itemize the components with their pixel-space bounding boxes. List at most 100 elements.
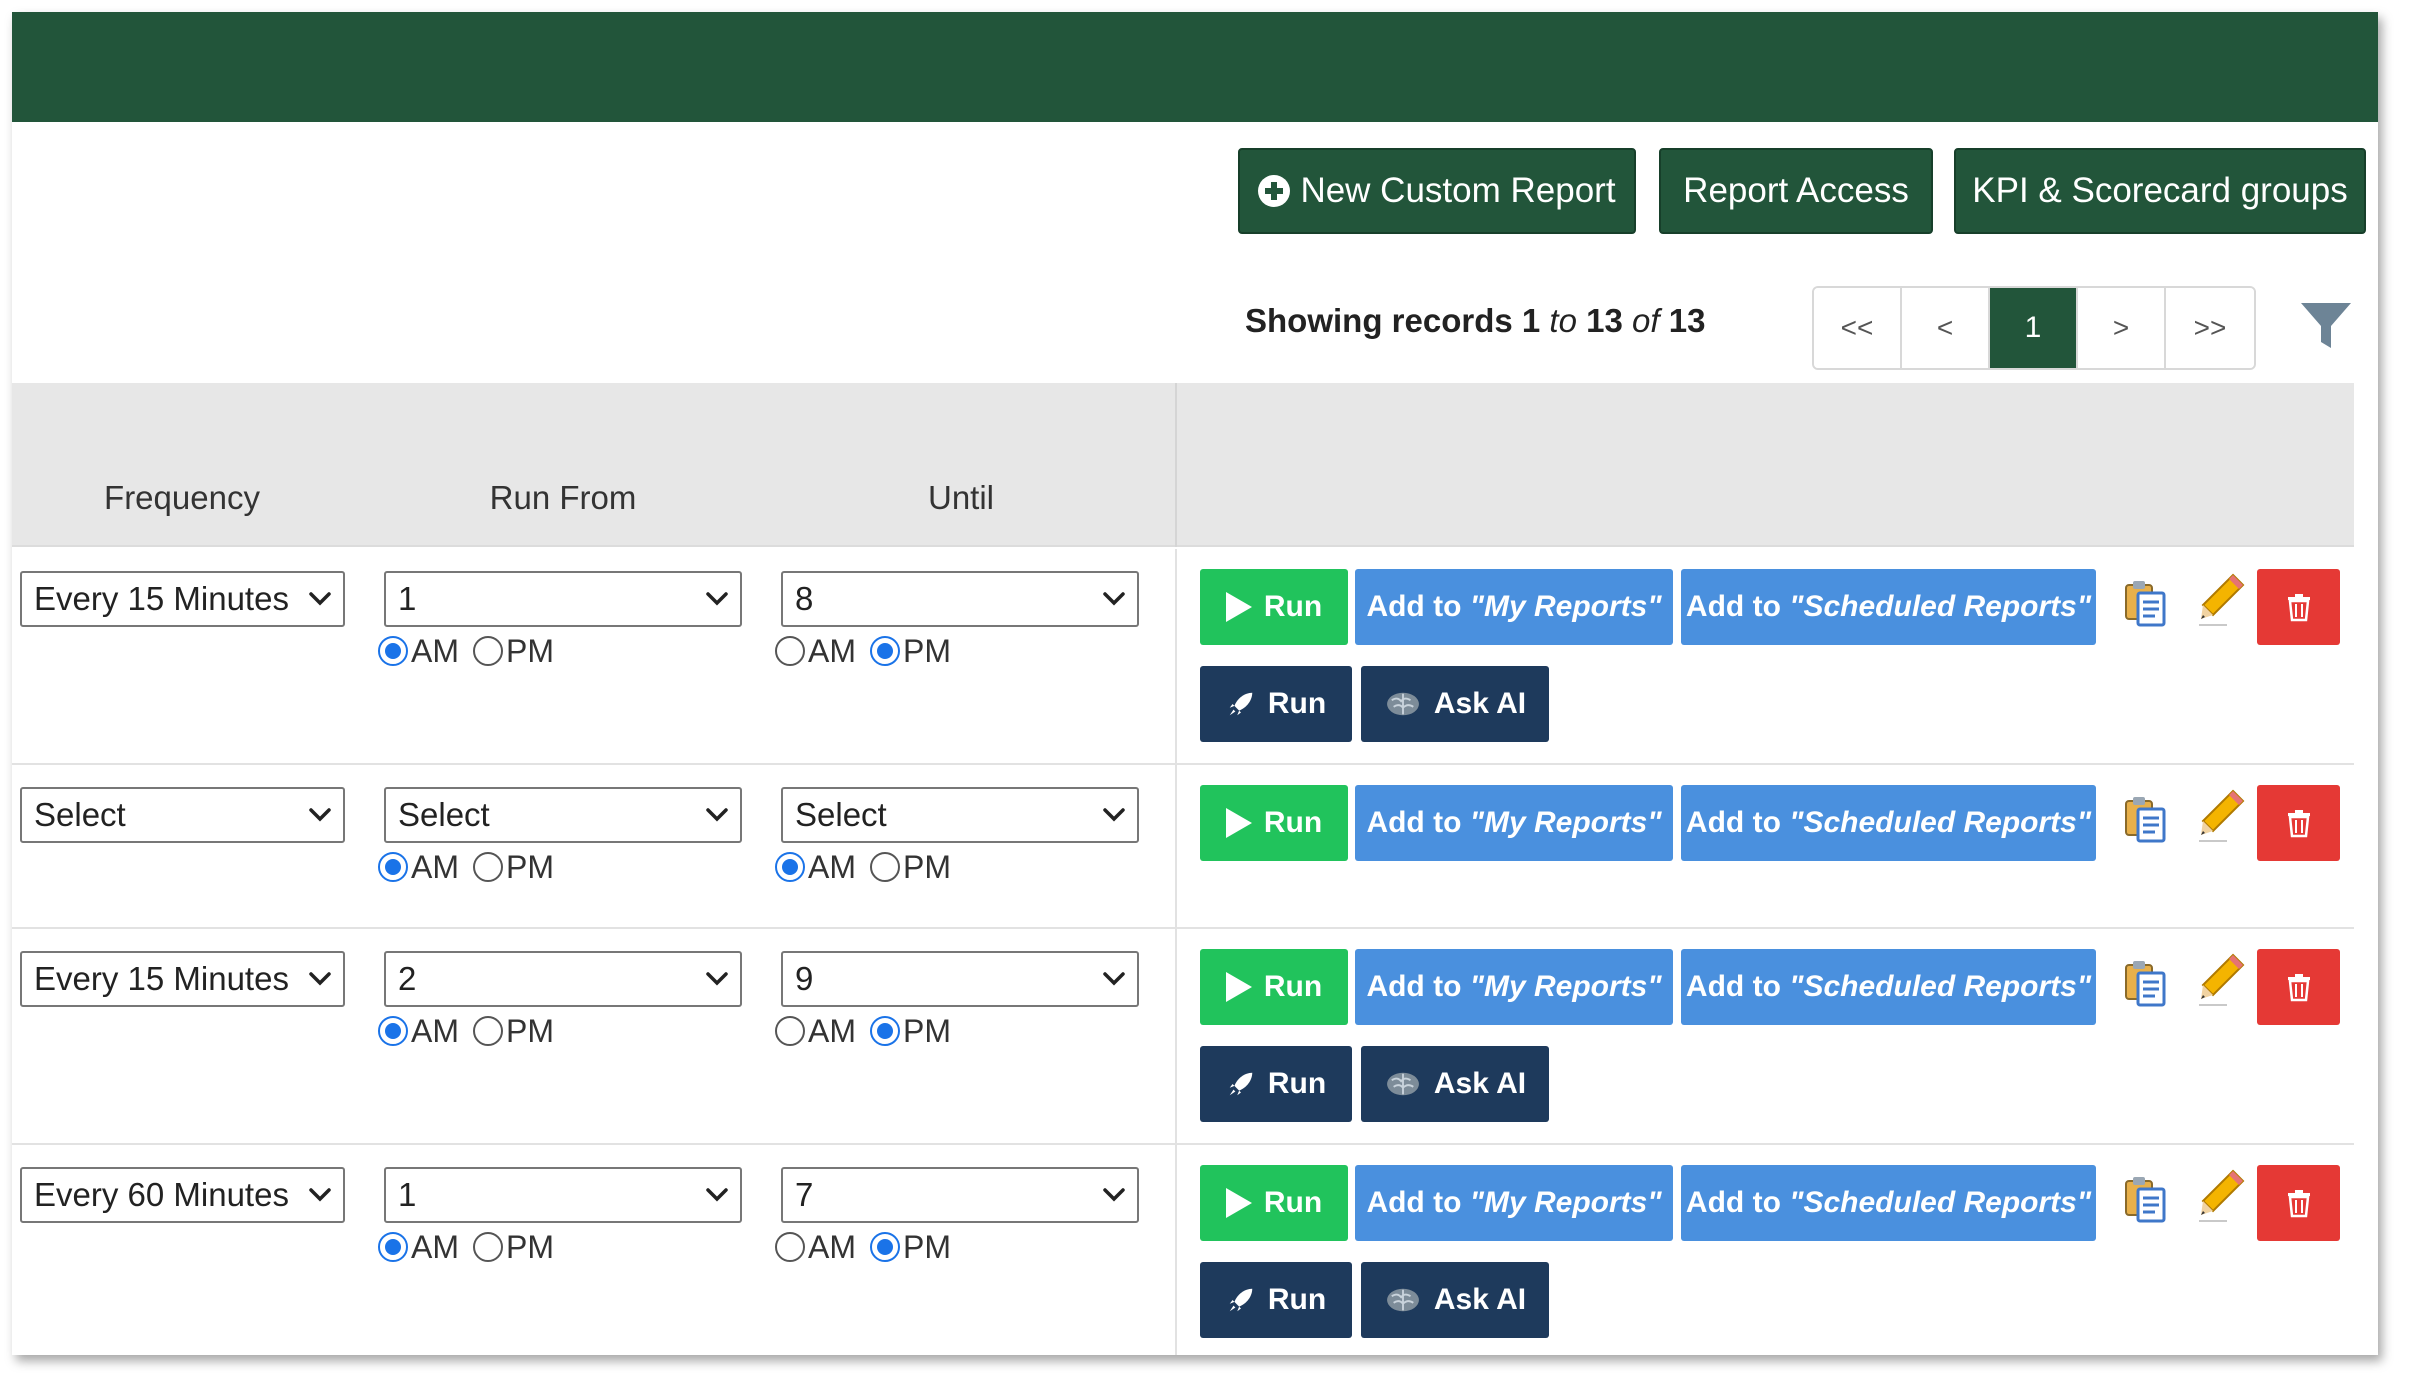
header-run-from[interactable]: Run From [490, 479, 637, 517]
records-to: 13 [1586, 302, 1623, 339]
add-sched-label: Add to "Scheduled Reports" [1686, 970, 2091, 1004]
new-custom-report-button[interactable]: New Custom Report [1238, 148, 1636, 234]
row-1-run-from-am-radio[interactable] [378, 636, 408, 666]
row-2-run-from-pm-radio[interactable] [473, 852, 503, 882]
row-1-until-select[interactable]: 8 [781, 571, 1139, 627]
row-4-until-select[interactable]: 7 [781, 1167, 1139, 1223]
row-4-run-alt-button[interactable]: Run [1200, 1262, 1352, 1338]
row-4-until-pm-radio[interactable] [870, 1232, 900, 1262]
row-3-delete-button[interactable] [2257, 949, 2340, 1025]
page-prev-button[interactable]: < [1902, 288, 1990, 368]
row-3-run-from-select-value: 2 [398, 960, 417, 997]
row-3-add-my-reports-button[interactable]: Add to "My Reports" [1355, 949, 1673, 1025]
row-1-ask-ai-button[interactable]: Ask AI [1361, 666, 1549, 742]
row-4-delete-button[interactable] [2257, 1165, 2340, 1241]
row-3-until-select[interactable]: 9 [781, 951, 1139, 1007]
records-total: 13 [1668, 302, 1706, 339]
row-2-run-from-select[interactable]: Select [384, 787, 742, 843]
run-alt-label: Run [1267, 687, 1327, 720]
chevron-down-icon [309, 592, 331, 606]
row-3-until-pm-radio[interactable] [870, 1016, 900, 1046]
records-of-word: of [1632, 302, 1660, 339]
row-1-until-am-radio[interactable] [775, 636, 805, 666]
row-3-run-from-pm-radio[interactable] [473, 1016, 503, 1046]
row-4-until-select-value: 7 [795, 1176, 814, 1213]
row-1-add-my-reports-button[interactable]: Add to "My Reports" [1355, 569, 1673, 645]
kpi-scorecard-groups-button[interactable]: KPI & Scorecard groups [1954, 148, 2366, 234]
row-3-run-alt-button[interactable]: Run [1200, 1046, 1352, 1122]
row-4-frequency-select[interactable]: Every 60 Minutes [20, 1167, 345, 1223]
clipboard-copy-icon [2125, 961, 2166, 1007]
row-4-add-my-reports-button[interactable]: Add to "My Reports" [1355, 1165, 1673, 1241]
row-2-frequency-select-value: Select [34, 796, 126, 833]
row-3-until-pm-label: PM [903, 1012, 951, 1049]
row-4-run-from-pm-radio[interactable] [473, 1232, 503, 1262]
add-my-label: Add to "My Reports" [1366, 970, 1661, 1004]
header-until[interactable]: Until [928, 479, 994, 517]
row-1-delete-button[interactable] [2257, 569, 2340, 645]
row-4-run-from-am-radio[interactable] [378, 1232, 408, 1262]
row-4-until-am-label: AM [808, 1228, 856, 1265]
row-4-until-am-radio[interactable] [775, 1232, 805, 1262]
row-2-run-button[interactable]: Run [1200, 785, 1348, 861]
pencil-icon [2199, 573, 2245, 626]
filter-icon[interactable] [2299, 300, 2353, 352]
row-2-until-pm-radio[interactable] [870, 852, 900, 882]
add-sched-prefix: Add to [1685, 590, 1790, 623]
row-3-run-from-am-radio[interactable] [378, 1016, 408, 1046]
row-separator [1175, 1145, 1177, 1355]
page-first-button[interactable]: << [1814, 288, 1902, 368]
row-2-until-select[interactable]: Select [781, 787, 1139, 843]
row-4-copy-button[interactable] [2122, 1173, 2170, 1230]
row-3-edit-button[interactable] [2197, 951, 2247, 1012]
row-3-until-am-radio[interactable] [775, 1016, 805, 1046]
row-2-copy-button[interactable] [2122, 793, 2170, 850]
row-2-until-select-value: Select [795, 796, 887, 833]
report-access-button[interactable]: Report Access [1659, 148, 1933, 234]
row-3-copy-button[interactable] [2122, 957, 2170, 1014]
header-frequency[interactable]: Frequency [104, 479, 260, 517]
row-3-frequency-select[interactable]: Every 15 Minutes [20, 951, 345, 1007]
row-4-run-button[interactable]: Run [1200, 1165, 1348, 1241]
run-label: Run [1263, 590, 1323, 623]
row-1-until-select-value: 8 [795, 580, 814, 617]
row-1-copy-button[interactable] [2122, 577, 2170, 634]
play-icon [1225, 972, 1252, 1002]
ask-ai-label: Ask AI [1433, 1067, 1527, 1100]
row-2-add-scheduled-reports-button[interactable]: Add to "Scheduled Reports" [1681, 785, 2096, 861]
row-2-edit-button[interactable] [2197, 787, 2247, 848]
row-1-add-scheduled-reports-button[interactable]: Add to "Scheduled Reports" [1681, 569, 2096, 645]
row-3-run-button[interactable]: Run [1200, 949, 1348, 1025]
page-next-button[interactable]: > [2078, 288, 2166, 368]
row-2-run-from-am-radio[interactable] [378, 852, 408, 882]
row-1-until-period-group: AM PM [775, 631, 965, 671]
page-current-button[interactable]: 1 [1990, 288, 2078, 368]
run-alt-label: Run [1267, 1067, 1327, 1100]
row-1-until-pm-radio[interactable] [870, 636, 900, 666]
row-2-frequency-select[interactable]: Select [20, 787, 345, 843]
table-row: Every 15 Minutes 2 AM PM 9 AM PM Run Add… [12, 929, 2354, 1145]
row-1-run-from-select[interactable]: 1 [384, 571, 742, 627]
page-last-button[interactable]: >> [2166, 288, 2254, 368]
row-2-until-am-radio[interactable] [775, 852, 805, 882]
row-4-ask-ai-button[interactable]: Ask AI [1361, 1262, 1549, 1338]
row-1-run-alt-button[interactable]: Run [1200, 666, 1352, 742]
row-1-run-from-pm-radio[interactable] [473, 636, 503, 666]
row-4-add-scheduled-reports-button[interactable]: Add to "Scheduled Reports" [1681, 1165, 2096, 1241]
row-1-edit-button[interactable] [2197, 571, 2247, 632]
records-prefix: Showing records [1245, 302, 1513, 339]
add-sched-label: Add to "Scheduled Reports" [1686, 1186, 2091, 1220]
add-sched-prefix: Add to [1685, 806, 1790, 839]
row-2-delete-button[interactable] [2257, 785, 2340, 861]
row-3-ask-ai-button[interactable]: Ask AI [1361, 1046, 1549, 1122]
row-1-frequency-select[interactable]: Every 15 Minutes [20, 571, 345, 627]
add-sched-quoted: "Scheduled Reports" [1789, 970, 2092, 1003]
row-4-run-from-select[interactable]: 1 [384, 1167, 742, 1223]
add-sched-quoted: "Scheduled Reports" [1789, 590, 2092, 623]
row-4-edit-button[interactable] [2197, 1167, 2247, 1228]
row-3-add-scheduled-reports-button[interactable]: Add to "Scheduled Reports" [1681, 949, 2096, 1025]
row-2-add-my-reports-button[interactable]: Add to "My Reports" [1355, 785, 1673, 861]
row-3-run-from-select[interactable]: 2 [384, 951, 742, 1007]
add-my-label: Add to "My Reports" [1366, 806, 1661, 840]
row-1-run-button[interactable]: Run [1200, 569, 1348, 645]
